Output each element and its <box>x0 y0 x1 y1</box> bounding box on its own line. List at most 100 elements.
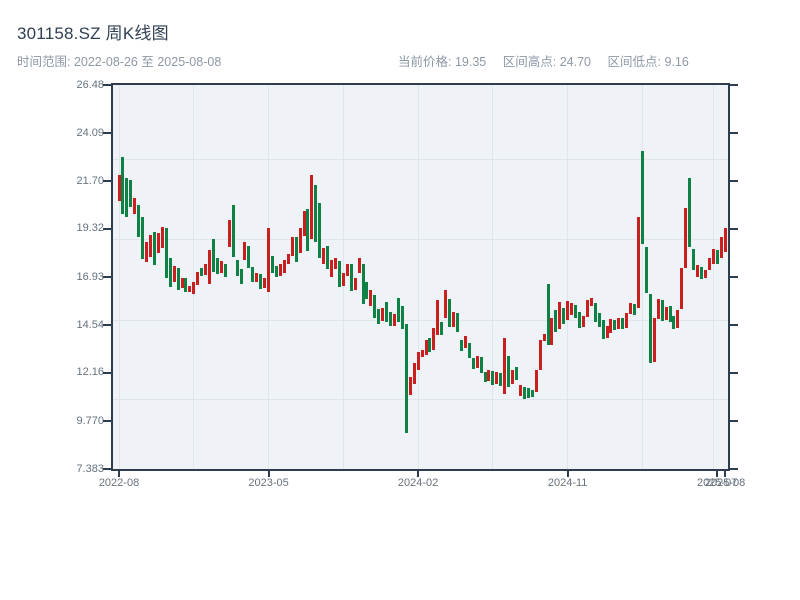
date-range-label: 时间范围: 2022-08-26 至 2025-08-08 <box>17 55 222 69</box>
y-tick-left <box>103 371 111 374</box>
candle-up <box>298 228 302 254</box>
candle-up <box>219 260 223 273</box>
candle-down <box>129 180 133 208</box>
candle-down <box>440 321 444 335</box>
candle-up <box>719 237 723 259</box>
candle-down <box>692 248 696 270</box>
candle-up <box>558 301 562 329</box>
y-axis-label: 24.09 <box>76 126 104 139</box>
candle-down <box>200 267 204 276</box>
candle-down <box>554 309 558 332</box>
candle-down <box>700 266 703 279</box>
candle-up <box>416 352 420 371</box>
candle-down <box>314 185 318 243</box>
candle-down <box>231 205 235 258</box>
candle-up <box>357 257 361 273</box>
candle-up <box>180 277 184 288</box>
h-gridline <box>113 159 728 160</box>
candle-down <box>428 338 432 353</box>
candle-up <box>322 247 326 264</box>
candle-down <box>176 267 180 290</box>
candle-up <box>707 257 711 270</box>
candle-up <box>680 267 684 309</box>
plot-area <box>111 83 730 471</box>
candle-up <box>656 298 660 319</box>
candle-up <box>208 249 211 284</box>
candle-up <box>589 297 593 306</box>
candle-down <box>672 315 676 329</box>
y-tick-right <box>730 324 738 327</box>
candle-up <box>341 272 345 286</box>
x-tick <box>267 471 270 477</box>
candle-down <box>235 259 239 276</box>
candle-up <box>149 235 152 258</box>
v-gridline <box>641 85 643 469</box>
candle-down <box>251 266 255 282</box>
candle-up <box>172 265 176 282</box>
candle-down <box>483 372 487 383</box>
y-tick-left <box>103 420 111 422</box>
candle-up <box>637 217 640 308</box>
candle-down <box>668 305 672 322</box>
y-axis-label: 7.383 <box>76 462 104 475</box>
candle-up <box>495 372 499 385</box>
candle-up <box>420 350 424 357</box>
candle-up <box>196 271 200 285</box>
candle-down <box>633 303 637 315</box>
candle-down <box>491 371 495 386</box>
h-gridline <box>113 398 728 400</box>
candle-down <box>373 294 377 318</box>
candle-up <box>345 263 349 276</box>
candle-up <box>444 289 448 318</box>
candle-down <box>259 273 263 289</box>
candle-up <box>424 340 428 356</box>
candle-up <box>609 318 613 333</box>
candle-up <box>550 317 554 345</box>
candle-up <box>534 370 538 393</box>
candle-up <box>538 340 542 371</box>
candle-down <box>593 302 597 322</box>
candle-down <box>644 246 648 293</box>
candle-up <box>188 285 192 292</box>
candle-up <box>227 220 231 248</box>
candle-up <box>581 315 585 327</box>
candle-down <box>522 387 526 400</box>
candle-up <box>684 208 688 268</box>
candle-down <box>459 340 463 352</box>
candle-up <box>393 313 396 326</box>
y-tick-left <box>103 180 111 183</box>
candle-down <box>396 297 400 322</box>
h-gridline <box>113 238 728 240</box>
candle-down <box>318 203 322 259</box>
y-axis-label: 14.54 <box>76 318 104 331</box>
candle-down <box>141 217 145 260</box>
candle-down <box>184 277 188 292</box>
candle-up <box>711 248 715 264</box>
candle-up <box>652 317 656 362</box>
candle-up <box>117 175 121 202</box>
candle-down <box>562 307 566 324</box>
candle-up <box>255 272 259 282</box>
v-gridline <box>118 85 120 469</box>
candle-up <box>334 257 337 269</box>
v-gridline <box>567 85 569 469</box>
candle-down <box>574 304 577 318</box>
y-tick-left <box>103 84 111 86</box>
candle-up <box>617 317 621 329</box>
candle-down <box>578 311 581 328</box>
candle-down <box>467 343 471 359</box>
candle-up <box>475 356 479 369</box>
y-tick-left <box>103 276 111 279</box>
candle-down <box>648 293 652 364</box>
candle-down <box>385 301 389 322</box>
y-tick-right <box>730 132 738 135</box>
x-tick <box>417 471 420 477</box>
candle-up <box>605 325 609 338</box>
candle-down <box>239 268 243 284</box>
current-price-value: 19.35 <box>454 55 487 69</box>
candle-up <box>278 263 282 276</box>
candle-down <box>271 255 274 273</box>
range-high-stat: 区间高点: 24.70 <box>502 55 591 69</box>
candle-up <box>676 309 680 328</box>
candle-down <box>479 357 483 374</box>
